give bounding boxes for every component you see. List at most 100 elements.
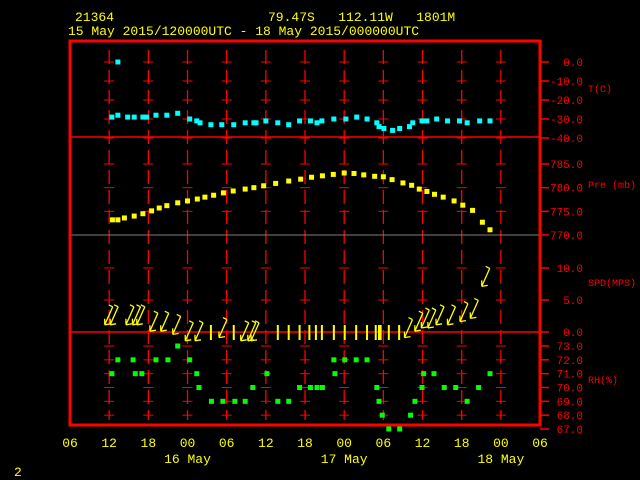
y-tick-label: 69.0 xyxy=(557,397,583,409)
temperature-point xyxy=(314,120,320,126)
pressure-point xyxy=(156,205,162,211)
pressure-point xyxy=(149,208,155,214)
wind-arrow xyxy=(218,317,228,339)
pressure-point xyxy=(230,188,236,194)
y-tick-label: 72.0 xyxy=(557,356,583,368)
pressure-point xyxy=(487,227,493,233)
temperature-point xyxy=(487,118,493,124)
pressure-point xyxy=(440,194,446,200)
pressure-point xyxy=(470,207,476,213)
x-tick-label: 12 xyxy=(258,436,274,451)
temperature-point xyxy=(381,126,387,131)
rh-point xyxy=(421,371,427,377)
x-date-label: 18 May xyxy=(477,452,524,467)
rh-point xyxy=(412,398,418,404)
pressure-point xyxy=(409,182,415,188)
temperature-point xyxy=(364,116,370,122)
x-date-label: 17 May xyxy=(321,452,368,467)
rh-point xyxy=(153,357,159,363)
y-tick-label: 775.0 xyxy=(550,207,583,219)
pressure-point xyxy=(298,176,304,182)
temperature-point xyxy=(307,118,313,124)
y-tick-label: 770.0 xyxy=(550,231,583,243)
wind-arrow xyxy=(184,320,194,342)
rh-point xyxy=(319,385,325,390)
y-tick-label: -10.0 xyxy=(550,77,583,89)
rh-point xyxy=(220,398,226,404)
rh-point xyxy=(130,357,136,363)
temperature-point xyxy=(125,114,131,120)
rh-point xyxy=(139,371,145,377)
pressure-point xyxy=(431,191,437,197)
temperature-point xyxy=(477,118,483,124)
wind-arrow xyxy=(481,265,491,288)
rh-point xyxy=(453,385,459,390)
rh-point xyxy=(232,398,238,404)
rh-point xyxy=(250,385,256,390)
wind-arrow xyxy=(403,317,414,339)
temperature-point xyxy=(434,116,440,122)
pressure-point xyxy=(220,190,226,196)
temperature-point xyxy=(331,116,337,122)
rh-point xyxy=(297,385,303,390)
rh-point xyxy=(115,357,121,363)
x-tick-label: 06 xyxy=(219,436,235,451)
temperature-point xyxy=(144,114,150,120)
rh-point xyxy=(376,398,382,404)
pressure-point xyxy=(341,170,347,176)
temperature-point xyxy=(197,120,203,126)
rh-point xyxy=(419,385,425,390)
temperature-point xyxy=(419,118,425,124)
rh-point xyxy=(194,371,200,377)
pressure-point xyxy=(140,211,146,217)
wind-arrow xyxy=(136,304,146,326)
pressure-point xyxy=(400,180,406,186)
x-tick-label: 18 xyxy=(454,436,470,451)
rh-point xyxy=(408,412,414,418)
temperature-point xyxy=(424,118,430,124)
rh-point xyxy=(314,385,320,390)
temperature-point xyxy=(319,118,325,124)
wind-arrow xyxy=(160,310,170,332)
temperature-point xyxy=(263,118,269,124)
pressure-point xyxy=(242,186,248,192)
y-tick-label: 785.0 xyxy=(550,160,583,172)
pressure-point xyxy=(330,171,336,177)
rh-point xyxy=(397,426,403,432)
temperature-point xyxy=(286,122,292,128)
y-tick-label: -20.0 xyxy=(550,96,583,108)
pressure-point xyxy=(286,178,292,184)
rh-point xyxy=(431,371,437,377)
rh-point xyxy=(196,385,202,390)
rh-point xyxy=(165,357,171,363)
rh-point xyxy=(342,357,348,363)
wind-arrow xyxy=(469,297,479,320)
rh-point xyxy=(364,357,370,363)
rh-point xyxy=(187,357,193,363)
temperature-point xyxy=(187,116,193,122)
temperature-point xyxy=(115,112,121,118)
pressure-point xyxy=(479,219,485,225)
x-tick-label: 12 xyxy=(415,436,431,451)
wind-arrow xyxy=(149,310,159,332)
rh-point xyxy=(208,398,214,404)
temperature-point xyxy=(208,122,214,128)
y-tick-label: 780.0 xyxy=(550,184,583,196)
temperature-point xyxy=(376,124,382,130)
pressure-point xyxy=(251,185,257,191)
wind-arrow xyxy=(194,320,204,342)
y-axis-label: T(C) xyxy=(588,84,612,96)
pressure-point xyxy=(121,215,127,221)
pressure-point xyxy=(185,198,191,204)
rh-point xyxy=(487,371,493,377)
rh-point xyxy=(264,371,270,377)
temperature-point xyxy=(219,122,225,128)
rh-point xyxy=(353,357,359,363)
temperature-point xyxy=(253,120,259,126)
wind-arrow xyxy=(435,304,445,326)
temperature-point xyxy=(297,118,303,124)
rh-point xyxy=(441,385,447,390)
pressure-point xyxy=(309,174,315,180)
temperature-point xyxy=(410,120,416,126)
x-tick-label: 00 xyxy=(180,436,196,451)
